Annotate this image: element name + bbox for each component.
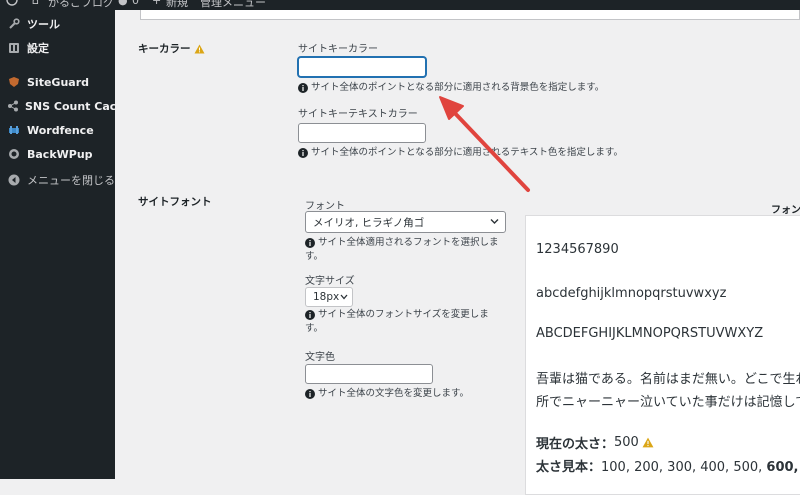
chevron-down-icon bbox=[490, 219, 499, 224]
admin-menu-link[interactable]: 管理メニュー bbox=[200, 0, 266, 10]
sidebar-item-label: ツール bbox=[27, 18, 60, 31]
key-color-row-label: キーカラー bbox=[138, 41, 205, 56]
info-icon bbox=[298, 83, 308, 93]
font-color-input[interactable] bbox=[305, 364, 433, 384]
home-icon[interactable]: ⌂ bbox=[32, 0, 39, 7]
font-color-label: 文字色 bbox=[305, 352, 335, 363]
wrench-icon bbox=[7, 17, 21, 31]
sidebar-item-backwpup[interactable]: BackWPup bbox=[0, 143, 115, 165]
site-key-color-input[interactable] bbox=[298, 57, 426, 77]
info-icon bbox=[305, 238, 315, 248]
font-select-value: メイリオ, ヒラギノ角ゴ bbox=[313, 216, 425, 229]
warning-icon bbox=[642, 437, 654, 448]
share-icon bbox=[7, 99, 19, 113]
site-key-text-color-desc: サイト全体のポイントとなる部分に適用されるテキスト色を指定します。 bbox=[298, 146, 623, 160]
comments-count[interactable]: 0 bbox=[132, 0, 139, 7]
font-desc: サイト全体適用されるフォントを選択しま す。 bbox=[305, 237, 499, 262]
sidebar-item-label: 設定 bbox=[27, 42, 49, 55]
font-size-desc: サイト全体のフォントサイズを変更しま す。 bbox=[305, 309, 489, 334]
key-color-title: キーカラー bbox=[138, 43, 191, 55]
sidebar-item-label: Wordfence bbox=[27, 123, 94, 137]
sidebar-item-wordfence[interactable]: Wordfence bbox=[0, 119, 115, 141]
wordpress-logo-icon[interactable] bbox=[6, 0, 18, 9]
site-key-color-desc: サイト全体のポイントとなる部分に適用される背景色を指定します。 bbox=[298, 81, 604, 95]
siteguard-icon bbox=[7, 75, 21, 89]
site-font-row-label: サイトフォント bbox=[138, 194, 212, 209]
info-icon bbox=[305, 310, 315, 320]
font-size-select-value: 18px bbox=[313, 291, 340, 303]
site-font-title: サイトフォント bbox=[138, 196, 212, 208]
new-link[interactable]: 新規 bbox=[166, 0, 188, 10]
preview-weight-samples: 太さ見本：100, 200, 300, 400, 500, 600, 7 bbox=[536, 460, 800, 475]
panel-top-edge bbox=[140, 10, 800, 20]
preview-japanese-line-2: 所でニャーニャー泣いていた事だけは記憶して bbox=[536, 395, 800, 410]
preview-uppercase: ABCDEFGHIJKLMNOPQRSTUVWXYZ bbox=[536, 326, 764, 341]
font-preview-panel: 1234567890 abcdefghijklmnopqrstuvwxyz AB… bbox=[525, 215, 800, 495]
site-name-link[interactable]: かるごブログ bbox=[48, 0, 114, 10]
sidebar-item-tools[interactable]: ツール bbox=[0, 13, 115, 35]
sidebar-item-settings[interactable]: 設定 bbox=[0, 37, 115, 59]
collapse-icon bbox=[7, 173, 21, 187]
comments-icon[interactable]: ● bbox=[118, 0, 128, 7]
info-icon bbox=[305, 389, 315, 399]
site-key-text-color-input[interactable] bbox=[298, 123, 426, 143]
sidebar-item-label: BackWPup bbox=[27, 147, 93, 161]
preview-japanese-line-1: 吾輩は猫である。名前はまだ無い。どこで生れ bbox=[536, 372, 800, 387]
info-icon bbox=[298, 148, 308, 158]
font-size-select[interactable]: 18px bbox=[305, 287, 353, 307]
site-key-color-label: サイトキーカラー bbox=[298, 44, 378, 55]
sidebar-item-sns-count-cache[interactable]: SNS Count Cache bbox=[0, 95, 132, 117]
font-preview-header: フォン bbox=[771, 205, 800, 216]
settings-icon bbox=[7, 41, 21, 55]
wordfence-icon bbox=[7, 123, 21, 137]
sidebar-item-label: メニューを閉じる bbox=[27, 174, 115, 187]
font-label: フォント bbox=[305, 201, 345, 212]
chevron-down-icon bbox=[340, 294, 348, 300]
preview-lowercase: abcdefghijklmnopqrstuvwxyz bbox=[536, 286, 727, 301]
backwpup-icon bbox=[7, 147, 21, 161]
site-key-text-color-label: サイトキーテキストカラー bbox=[298, 109, 418, 120]
sidebar-item-label: SiteGuard bbox=[27, 75, 89, 89]
preview-current-weight: 現在の太さ： 500 bbox=[536, 433, 654, 452]
preview-digits: 1234567890 bbox=[536, 242, 619, 257]
font-select[interactable]: メイリオ, ヒラギノ角ゴ bbox=[305, 211, 506, 233]
plus-icon[interactable]: + bbox=[152, 0, 161, 7]
sidebar-collapse-menu[interactable]: メニューを閉じる bbox=[0, 169, 115, 191]
sidebar-item-siteguard[interactable]: SiteGuard bbox=[0, 71, 115, 93]
settings-content: キーカラー サイトキーカラー サイト全体のポイントとなる部分に適用される背景色を… bbox=[115, 10, 800, 495]
admin-sidebar: ツール 設定 SiteGuard SNS Count Cache Wordfen… bbox=[0, 10, 132, 479]
warning-icon bbox=[194, 44, 204, 53]
font-size-label: 文字サイズ bbox=[305, 276, 355, 287]
admin-bar: ⌂ かるごブログ ● 0 + 新規 管理メニュー bbox=[0, 0, 800, 10]
font-color-desc: サイト全体の文字色を変更します。 bbox=[305, 387, 469, 401]
